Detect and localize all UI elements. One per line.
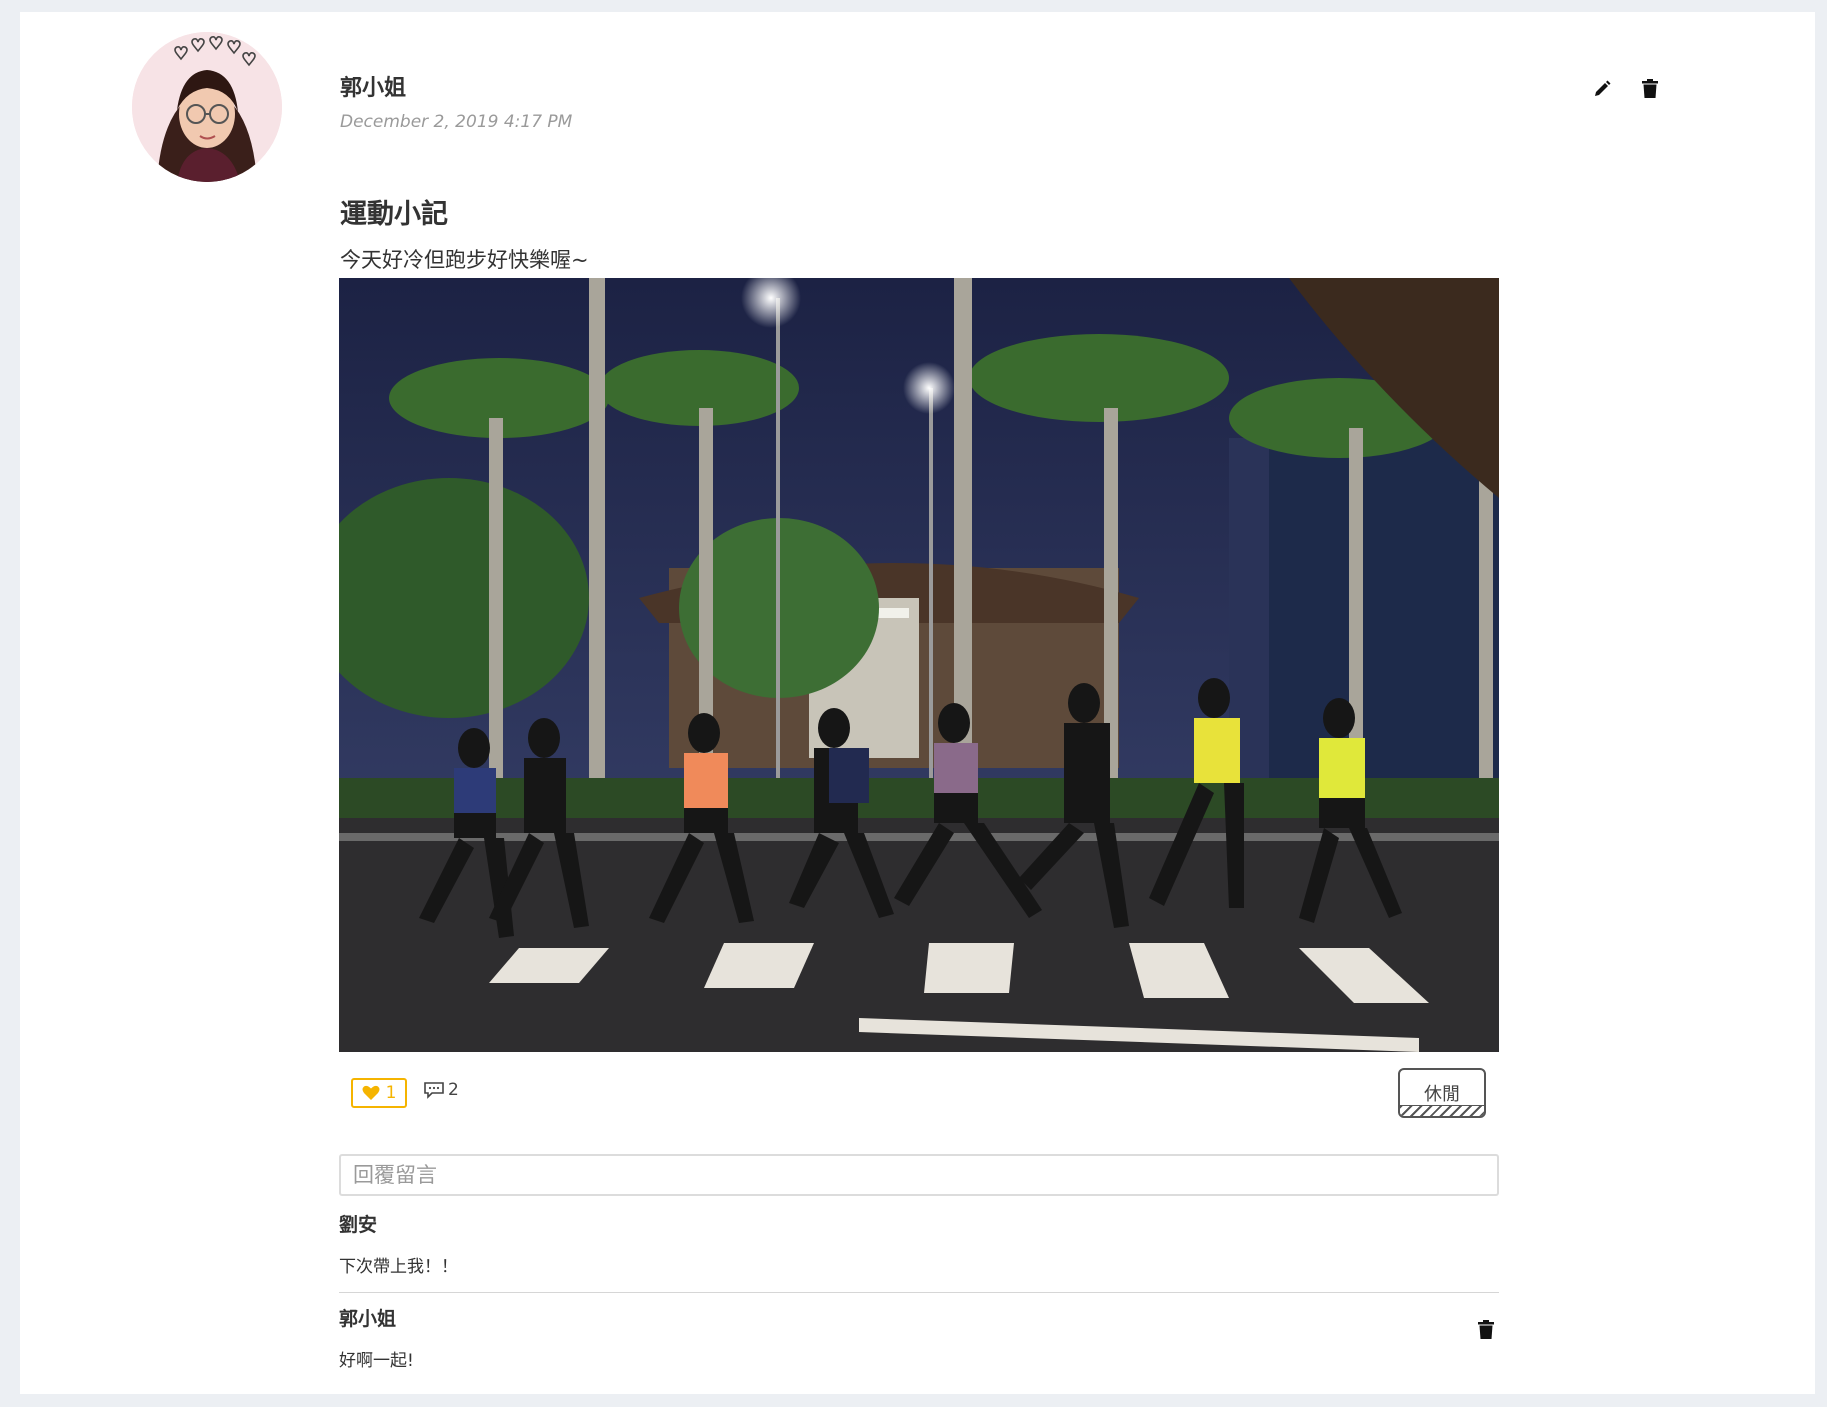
post-date: December 2, 2019 4:17 PM (340, 112, 573, 132)
comment-count: 2 (448, 1080, 459, 1100)
delete-comment-button[interactable] (1471, 1315, 1501, 1345)
night-running-photo (339, 278, 1499, 1052)
heart-icon (362, 1085, 380, 1100)
comment-text: 好啊一起! (339, 1351, 414, 1371)
like-button[interactable]: 1 (351, 1078, 407, 1108)
category-tag[interactable]: 休閒 (1398, 1068, 1486, 1118)
pencil-icon (1595, 80, 1611, 96)
like-count: 1 (385, 1083, 397, 1103)
avatar-image (132, 32, 282, 182)
reply-comment-input[interactable] (339, 1154, 1499, 1196)
post-photo[interactable] (339, 278, 1499, 1052)
post-author-name[interactable]: 郭小姐 (340, 70, 406, 102)
tag-stripes (1400, 1105, 1484, 1116)
post-card: 郭小姐 December 2, 2019 4:17 PM 運動小記 今天好冷但跑… (20, 12, 1815, 1394)
delete-post-button[interactable] (1635, 74, 1665, 104)
comment-author[interactable]: 劉安 (339, 1210, 377, 1237)
category-tag-label: 休閒 (1424, 1084, 1460, 1105)
trash-icon (1642, 79, 1658, 98)
post-title: 運動小記 (340, 199, 448, 230)
post-body-text: 今天好冷但跑步好快樂喔~ (340, 248, 589, 272)
comment-divider (339, 1292, 1499, 1293)
comment-bubble-icon (424, 1082, 444, 1099)
edit-post-button[interactable] (1587, 74, 1617, 104)
comment-text: 下次帶上我！！ (339, 1257, 458, 1277)
author-avatar[interactable] (132, 32, 282, 182)
comments-toggle[interactable]: 2 (423, 1080, 459, 1100)
comment-author[interactable]: 郭小姐 (339, 1304, 396, 1331)
trash-icon (1478, 1320, 1494, 1339)
